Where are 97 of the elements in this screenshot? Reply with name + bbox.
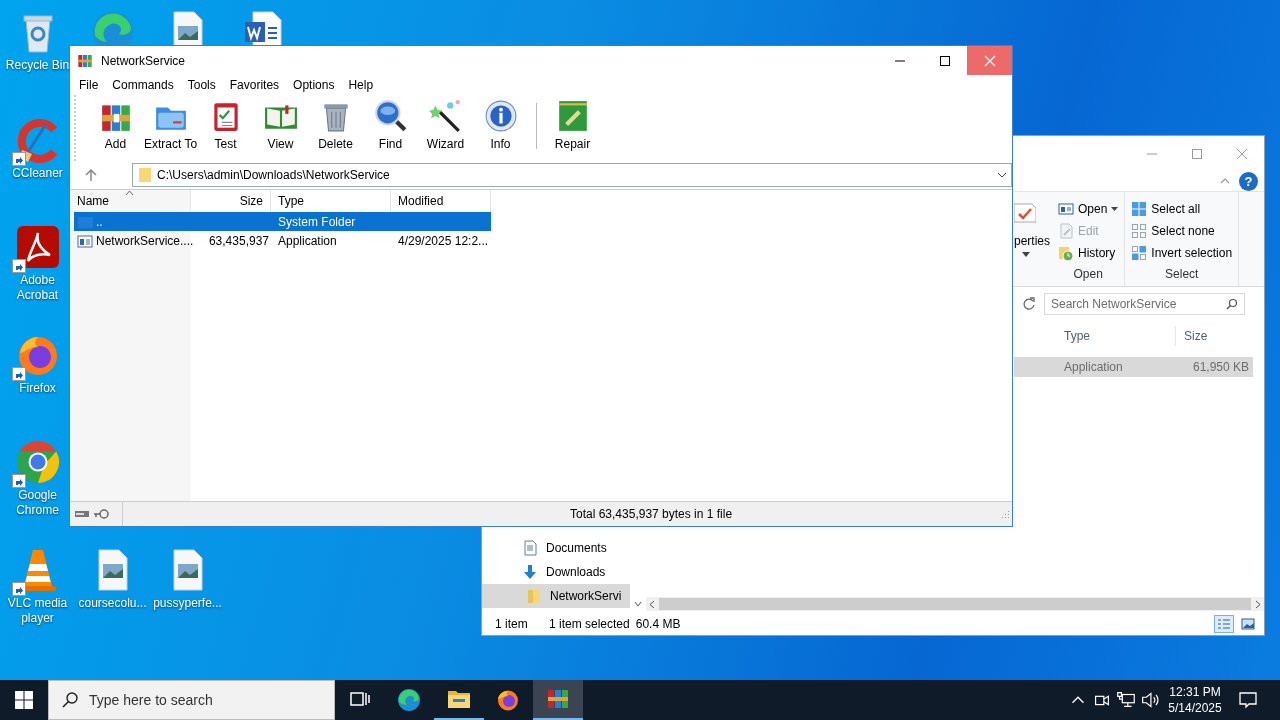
search-field[interactable]: Search NetworkService	[1044, 293, 1245, 315]
speech-bubble-icon	[1238, 690, 1258, 710]
group-title: Open	[1072, 267, 1104, 281]
toolbar-button[interactable]: Wizard	[418, 99, 473, 151]
group-title: Select	[1164, 267, 1200, 281]
history-icon	[1058, 245, 1074, 261]
desktop-icon-label: Recycle Bin	[4, 58, 71, 73]
window-title: NetworkService	[101, 53, 186, 68]
key-icon	[93, 508, 109, 520]
thumbnail-view-button[interactable]	[1238, 615, 1258, 633]
menu-item[interactable]: Commands	[105, 78, 181, 92]
toolbar-button[interactable]: View	[253, 99, 308, 151]
select-none-icon	[1131, 223, 1148, 239]
status-text: 1 item selected	[549, 617, 630, 631]
toolbar-button[interactable]: Extract To	[143, 99, 198, 151]
maximize-icon	[1190, 147, 1203, 160]
search-icon	[61, 691, 79, 709]
resize-grip-icon[interactable]	[1000, 509, 1010, 519]
info-icon	[483, 99, 518, 133]
windows-logo-icon	[15, 691, 33, 709]
window-icon	[1058, 201, 1074, 217]
table-cell-text: 61,950 KB	[1191, 360, 1250, 374]
toolbar-button[interactable]: Find	[363, 99, 418, 151]
table-cell-text: Application	[1064, 360, 1124, 374]
taskbar-search-field[interactable]: Type here to search	[48, 680, 335, 720]
table-cell: 4/29/2025 12:2...	[398, 233, 489, 248]
help-button[interactable]: ?	[1239, 171, 1258, 191]
desktop-icon-label: Firefox	[18, 380, 57, 396]
document-icon	[522, 540, 538, 556]
nav-item[interactable]: Downloads	[482, 560, 630, 584]
menu-item[interactable]: File	[72, 78, 106, 92]
table-cell: 63,435,937	[208, 233, 269, 248]
scroll-left-icon[interactable]	[648, 599, 655, 609]
refresh-icon[interactable]	[1022, 297, 1036, 311]
app-icon	[77, 52, 93, 69]
folder-icon	[526, 588, 542, 604]
browser-icon	[496, 688, 521, 712]
toolbar-button[interactable]: Info	[473, 99, 528, 151]
file-row[interactable]: NetworkService.... 63,435,937 Application 4/29/2025 12:2...	[74, 231, 491, 250]
ribbon-button[interactable]: Select none	[1131, 220, 1233, 242]
status-text: Total 63,435,937 bytes in 1 file	[569, 507, 734, 521]
nav-item[interactable]: Documents	[482, 536, 630, 560]
table-cell: ..	[96, 214, 103, 229]
drive-icon	[74, 508, 90, 520]
download-arrow-icon	[522, 564, 538, 580]
edit-icon	[1058, 223, 1074, 239]
toolbar-button[interactable]: Test	[198, 99, 253, 151]
horizontal-scrollbar[interactable]	[646, 597, 1264, 611]
menu-item[interactable]: Favorites	[222, 78, 287, 92]
application-icon	[77, 232, 93, 249]
maximize-icon	[938, 54, 951, 67]
ribbon-button[interactable]: Select all	[1131, 198, 1233, 220]
desktop-icon-label: coursecolu...	[77, 595, 148, 611]
select-all-icon	[1131, 201, 1148, 217]
search-icon	[373, 99, 408, 133]
list-icon	[1217, 618, 1231, 630]
file-row[interactable]: .. System Folder	[74, 212, 491, 231]
browser-icon	[397, 688, 422, 712]
toolbar-button[interactable]: Repair	[545, 99, 600, 151]
invert-selection-icon	[1131, 245, 1148, 261]
toolbar-button[interactable]: Add	[88, 99, 143, 151]
desktop-icon-label: Adobe Acrobat	[15, 273, 60, 303]
ribbon-button[interactable]: Invert selection	[1131, 242, 1233, 264]
toolbar-button[interactable]: Delete	[308, 99, 363, 151]
desktop-icon-label: Google Chrome	[15, 488, 60, 518]
status-text: 1 item	[495, 617, 529, 631]
clock[interactable]: 12:31 PM 5/14/2025	[1162, 680, 1228, 720]
caret-icon[interactable]	[1022, 252, 1030, 257]
ribbon-button[interactable]: History	[1058, 242, 1119, 264]
table-cell: Application	[278, 233, 337, 248]
desktop-icon-label: CCleaner	[11, 165, 64, 181]
menu-item[interactable]: Help	[341, 78, 381, 92]
desktop-icon-label: pussyperfe...	[152, 595, 223, 611]
archive-books-icon	[545, 687, 570, 711]
menu-item[interactable]: Tools	[180, 78, 223, 92]
column-header[interactable]: Type	[1056, 326, 1176, 346]
image-icon	[1241, 618, 1255, 630]
dropdown-icon[interactable]	[997, 170, 1007, 180]
ribbon-label[interactable]: perties	[1014, 234, 1051, 248]
address-field[interactable]: C:\Users\admin\Downloads\NetworkService	[132, 163, 1012, 187]
scroll-down-icon[interactable]	[634, 601, 642, 607]
nav-item[interactable]: NetworkServi	[482, 584, 630, 608]
column-header[interactable]: Size	[1176, 329, 1256, 343]
file-row[interactable]: Application 61,950 KB	[1014, 357, 1253, 377]
status-text: 60.4 MB	[635, 617, 681, 631]
close-icon	[983, 54, 996, 67]
scroll-right-icon[interactable]	[1255, 599, 1262, 609]
search-icon	[1226, 298, 1238, 310]
menu-item[interactable]: Options	[286, 78, 342, 92]
folder-icon	[138, 167, 152, 183]
volume-icon[interactable]	[1139, 689, 1161, 711]
ribbon-button[interactable]: Open	[1058, 198, 1119, 220]
table-cell: NetworkService....	[96, 233, 194, 248]
table-cell: System Folder	[278, 214, 356, 229]
desktop-icon-label: VLC media player	[6, 595, 69, 626]
close-icon	[1235, 147, 1248, 160]
magic-wand-icon	[428, 99, 463, 133]
